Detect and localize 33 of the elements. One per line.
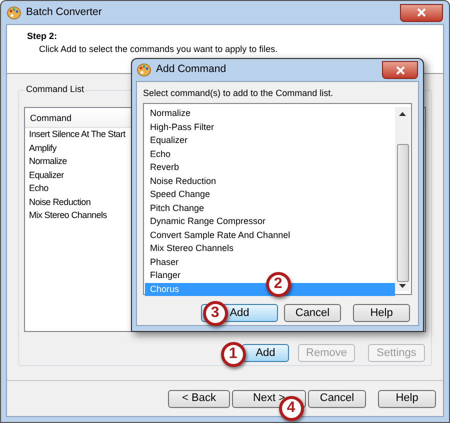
command-option[interactable]: Dynamic Range Compressor: [145, 215, 395, 228]
button[interactable]: Help: [353, 304, 410, 322]
command-option[interactable]: Equalizer: [145, 134, 395, 148]
command-option[interactable]: High-Pass Filter: [145, 120, 395, 134]
close-icon: [417, 8, 426, 17]
button[interactable]: Cancel: [308, 390, 366, 408]
button[interactable]: Add: [242, 344, 289, 362]
scrollbar[interactable]: [395, 107, 410, 291]
close-icon: [396, 66, 404, 74]
command-option[interactable]: Speed Change: [145, 188, 395, 202]
command-option[interactable]: Normalize: [145, 107, 395, 120]
palette-icon: [137, 63, 151, 77]
step-heading: Step 2:: [27, 30, 58, 43]
command-option[interactable]: Pitch Change: [145, 202, 395, 215]
button[interactable]: < Back: [168, 390, 230, 408]
scroll-thumb[interactable]: [396, 144, 408, 282]
window-title: Batch Converter: [26, 4, 103, 20]
step-instruction: Click Add to select the commands you want to apply to files.: [38, 43, 279, 56]
command-option[interactable]: Reverb: [145, 161, 395, 174]
close-button[interactable]: [382, 61, 418, 79]
command-option[interactable]: Echo: [145, 148, 395, 161]
command-option[interactable]: Noise Reduction: [145, 174, 395, 188]
command-option[interactable]: Phaser: [145, 256, 395, 269]
command-option[interactable]: Convert Sample Rate And Channel: [145, 228, 395, 242]
palette-icon: [7, 6, 21, 20]
dialog-title: Add Command: [156, 62, 228, 78]
button[interactable]: Help: [378, 390, 436, 408]
dialog-instruction: Select command(s) to add to the Command list.: [143, 87, 334, 100]
close-button[interactable]: [400, 4, 443, 22]
button[interactable]: Cancel: [284, 304, 341, 322]
command-option[interactable]: Mix Stereo Channels: [145, 242, 395, 256]
scroll-down-icon[interactable]: [399, 284, 406, 289]
scroll-up-icon[interactable]: [399, 111, 406, 116]
